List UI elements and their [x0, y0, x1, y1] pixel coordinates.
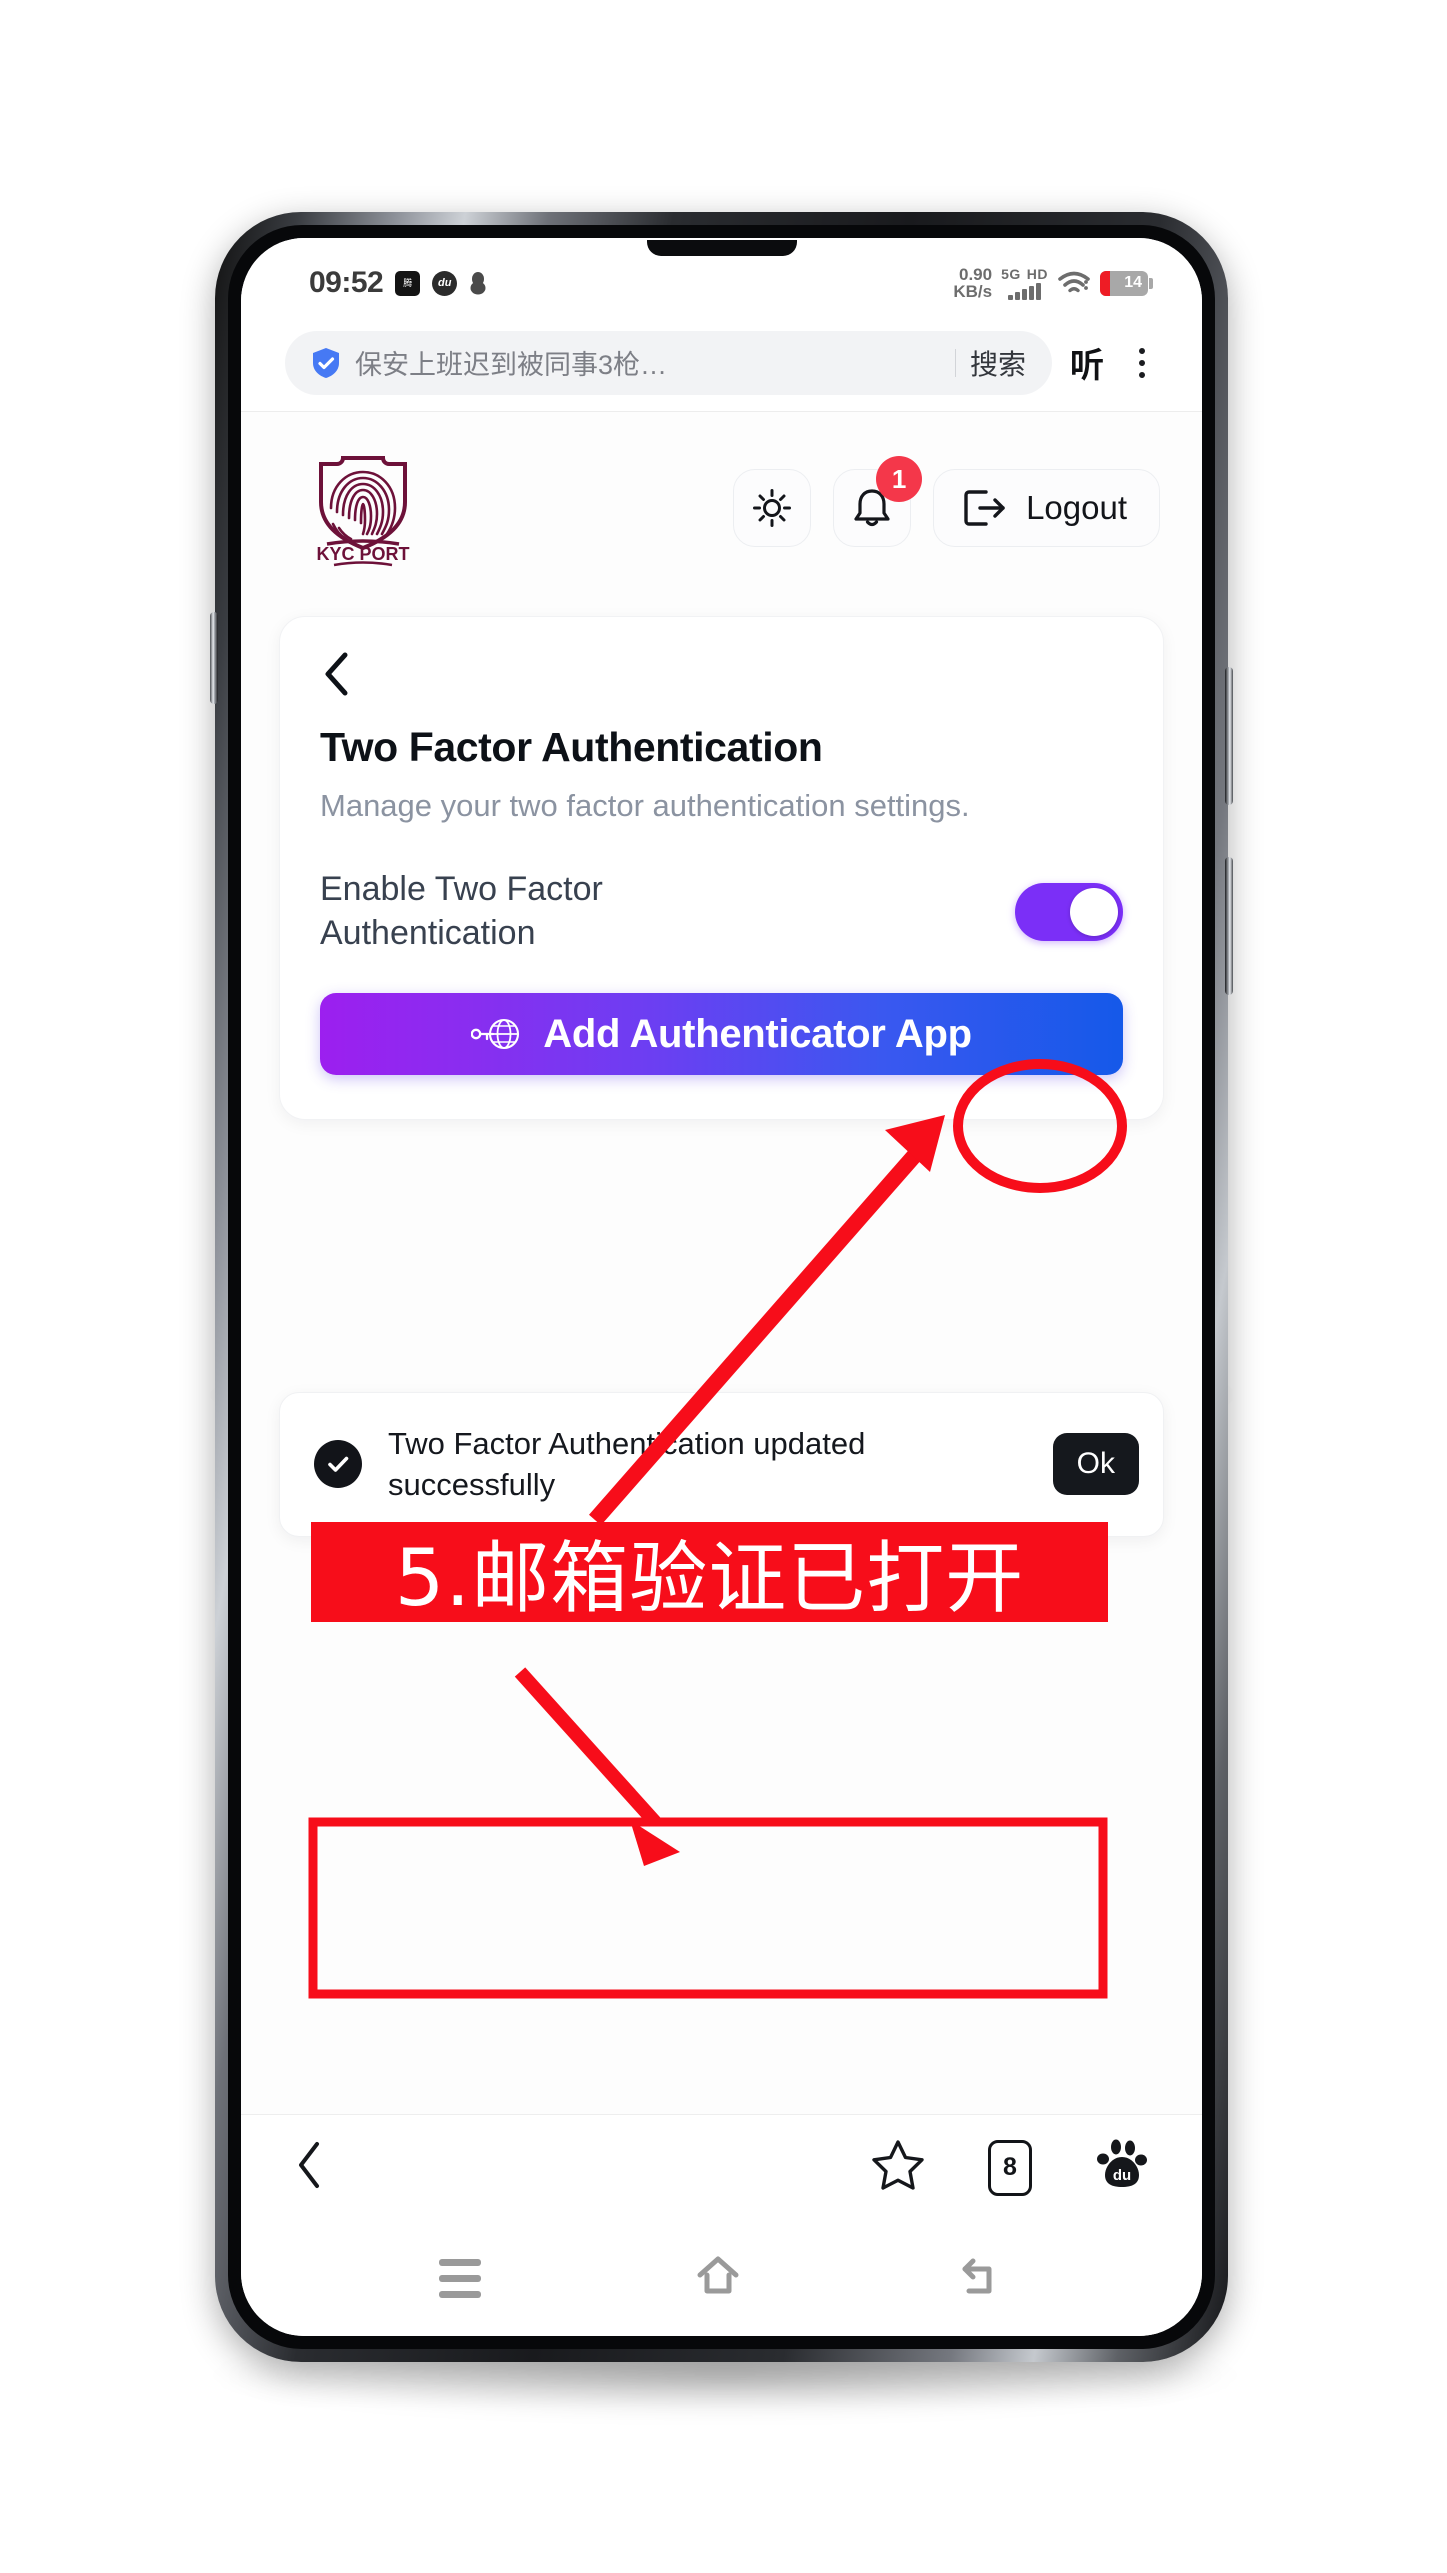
battery-level: 14: [1124, 274, 1142, 291]
network-type-label: 5G: [1001, 265, 1021, 282]
annotation-banner-text: 5.邮箱验证已打开: [394, 1534, 1025, 1624]
volume-down-button[interactable]: [1225, 857, 1233, 995]
search-input[interactable]: 保安上班迟到被同事3枪… 搜索: [285, 330, 1052, 395]
browser-top-bar: 保安上班迟到被同事3枪… 搜索 听: [241, 314, 1202, 412]
network-speed-value: 0.90: [958, 264, 993, 284]
toggle-knob: [1070, 887, 1118, 936]
phone-screen: 09:52 腾 du 0.90 KB/s 5G HD 14 保安上班迟到被同事3…: [241, 238, 1202, 2336]
wifi-icon: [1058, 271, 1090, 292]
logout-icon: [964, 490, 1005, 526]
annotation-banner: 5.邮箱验证已打开: [311, 1522, 1108, 1624]
page-title: Two Factor Authentication: [320, 724, 823, 770]
volume-up-button[interactable]: [1225, 667, 1233, 805]
web-page-content: KYC PORT 1 Logout Two Factor Authenticat…: [241, 412, 1202, 2114]
search-submit-button[interactable]: 搜索: [970, 343, 1026, 383]
listen-button[interactable]: 听: [1070, 338, 1104, 387]
network-speed: 0.90 KB/s: [953, 264, 993, 301]
baidu-paw-icon: du: [1097, 2139, 1147, 2187]
add-authenticator-app-button[interactable]: Add Authenticator App: [320, 993, 1123, 1076]
app-header: KYC PORT 1 Logout: [241, 412, 1202, 598]
search-query-text: 保安上班迟到被同事3枪…: [355, 350, 668, 380]
sun-icon: [753, 489, 792, 527]
verified-shield-icon: [313, 347, 339, 378]
enable-two-factor-row: Enable Two Factor Authentication: [320, 868, 1123, 955]
logout-label: Logout: [1026, 489, 1127, 526]
two-factor-card: Two Factor Authentication Manage your tw…: [279, 616, 1164, 1121]
search-divider: [954, 348, 956, 377]
kyc-port-logo: KYC PORT: [316, 456, 410, 567]
tab-count-button[interactable]: 8: [988, 2139, 1032, 2196]
toast-message: Two Factor Authentication updated succes…: [388, 1426, 866, 1503]
battery-icon: 14: [1100, 270, 1153, 296]
baidu-home-button[interactable]: du: [1094, 2139, 1148, 2196]
page-subtitle: Manage your two factor authentication se…: [320, 788, 970, 823]
star-icon: [872, 2140, 924, 2190]
browser-bottom-bar: 8 du: [241, 2114, 1202, 2220]
screenshot-root: 09:52 腾 du 0.90 KB/s 5G HD 14 保安上班迟到被同事3…: [0, 0, 1447, 2573]
key-globe-icon: [471, 1019, 520, 1050]
phone-notch: [646, 240, 797, 256]
header-actions: 1 Logout: [733, 456, 1160, 547]
svg-text:KYC PORT: KYC PORT: [316, 544, 409, 564]
network-speed-unit: KB/s: [953, 282, 993, 301]
chevron-left-icon[interactable]: [320, 651, 354, 697]
browser-bottom-actions: 8 du: [870, 2138, 1148, 2197]
phone-frame: 09:52 腾 du 0.90 KB/s 5G HD 14 保安上班迟到被同事3…: [210, 212, 1233, 2362]
recents-menu-icon[interactable]: [438, 2258, 481, 2298]
kebab-menu-icon[interactable]: [1122, 347, 1162, 378]
enable-two-factor-label: Enable Two Factor Authentication: [320, 870, 603, 952]
status-bar-right: 0.90 KB/s 5G HD 14: [953, 264, 1153, 301]
power-button[interactable]: [210, 612, 218, 704]
notification-button[interactable]: 1: [833, 456, 923, 547]
notification-badge: 1: [876, 456, 923, 502]
back-arrow-icon: [962, 2258, 991, 2293]
two-factor-toggle[interactable]: [1015, 882, 1123, 941]
check-circle-icon: [314, 1440, 362, 1489]
svg-text:du: du: [1113, 2167, 1131, 2184]
add-authenticator-app-label: Add Authenticator App: [543, 1011, 972, 1056]
toast-ok-button[interactable]: Ok: [1052, 1433, 1139, 1496]
logout-button[interactable]: Logout: [933, 469, 1160, 547]
news-app-icon: 腾: [395, 270, 421, 296]
baidu-app-icon: du: [432, 270, 458, 296]
qq-penguin-icon: [470, 272, 486, 295]
android-navigation-bar: [241, 2220, 1202, 2336]
back-button[interactable]: [955, 2253, 1005, 2304]
hd-label: HD: [1026, 265, 1048, 282]
status-bar-clock: 09:52: [309, 266, 384, 299]
theme-toggle-button[interactable]: [733, 469, 812, 547]
home-icon: [697, 2256, 738, 2293]
cellular-indicator: 5G HD: [1001, 267, 1048, 300]
browser-back-button[interactable]: [295, 2140, 325, 2195]
home-button[interactable]: [693, 2253, 743, 2304]
signal-bars-icon: [1008, 282, 1041, 300]
bookmark-button[interactable]: [870, 2138, 926, 2197]
chevron-left-icon: [299, 2142, 319, 2188]
phone-bezel: 09:52 腾 du 0.90 KB/s 5G HD 14 保安上班迟到被同事3…: [228, 225, 1215, 2349]
status-bar-left: 09:52 腾 du: [309, 266, 487, 300]
